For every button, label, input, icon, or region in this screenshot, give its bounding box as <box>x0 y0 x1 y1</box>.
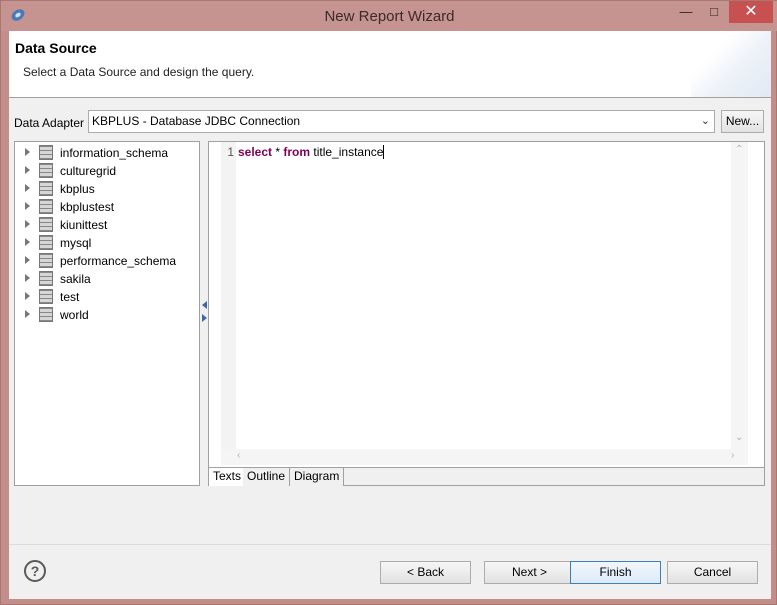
tree-item-world[interactable]: world <box>15 306 199 324</box>
scroll-up-icon[interactable]: ⌃ <box>735 144 743 155</box>
new-adapter-button[interactable]: New... <box>721 110 764 133</box>
scroll-left-icon[interactable]: ‹ <box>237 450 240 461</box>
title-bar: New Report Wizard — □ ✕ <box>1 1 777 31</box>
editor-tabs: Texts Outline Diagram <box>209 467 764 486</box>
expand-arrow-icon[interactable] <box>25 238 30 246</box>
tree-item-mysql[interactable]: mysql <box>15 234 199 252</box>
chevron-down-icon[interactable]: ⌄ <box>701 111 710 132</box>
tree-item-culturegrid[interactable]: culturegrid <box>15 162 199 180</box>
tree-item-information-schema[interactable]: information_schema <box>15 144 199 162</box>
expand-arrow-icon[interactable] <box>25 148 30 156</box>
tree-item-label: culturegrid <box>60 164 117 178</box>
sql-text: * <box>272 145 284 159</box>
window-title: New Report Wizard <box>324 8 455 25</box>
maximize-button[interactable]: □ <box>700 1 728 23</box>
query-editor[interactable]: 1 select * from title_instance ⌃ ⌄ <box>221 142 748 449</box>
scroll-right-icon[interactable]: › <box>731 450 734 461</box>
wizard-header: Data Source Select a Data Source and des… <box>9 31 771 98</box>
expand-arrow-icon[interactable] <box>25 274 30 282</box>
data-adapter-label: Data Adapter <box>14 116 85 130</box>
tree-item-label: information_schema <box>60 146 169 160</box>
tree-item-performance-schema[interactable]: performance_schema <box>15 252 199 270</box>
page-title: Data Source <box>15 40 97 56</box>
collapse-left-icon[interactable] <box>202 301 207 309</box>
wizard-body: Data Source Select a Data Source and des… <box>9 31 771 599</box>
expand-arrow-icon[interactable] <box>25 292 30 300</box>
vertical-scrollbar[interactable]: ⌃ ⌄ <box>731 142 748 449</box>
tree-item-kbplus[interactable]: kbplus <box>15 180 199 198</box>
schema-tree[interactable]: information_schema culturegrid kbplus kb… <box>14 141 200 486</box>
expand-arrow-icon[interactable] <box>25 256 30 264</box>
tree-item-kbplustest[interactable]: kbplustest <box>15 198 199 216</box>
database-icon <box>39 271 53 286</box>
help-icon[interactable]: ? <box>24 560 46 582</box>
back-button[interactable]: < Back <box>380 561 471 584</box>
next-button[interactable]: Next > <box>484 561 575 584</box>
tree-item-test[interactable]: test <box>15 288 199 306</box>
data-adapter-select[interactable]: KBPLUS - Database JDBC Connection ⌄ <box>88 110 715 133</box>
finish-button[interactable]: Finish <box>570 561 661 584</box>
tree-item-label: kbplus <box>60 182 95 196</box>
database-icon <box>39 181 53 196</box>
cancel-button[interactable]: Cancel <box>667 561 758 584</box>
close-button[interactable]: ✕ <box>729 1 773 23</box>
tab-texts[interactable]: Texts <box>209 468 247 486</box>
tree-item-label: world <box>60 308 89 322</box>
wizard-window: New Report Wizard — □ ✕ Data Source Sele… <box>0 0 777 605</box>
database-icon <box>39 307 53 322</box>
database-icon <box>39 199 53 214</box>
expand-right-icon[interactable] <box>202 314 207 322</box>
tab-diagram[interactable]: Diagram <box>290 468 345 486</box>
tree-item-label: performance_schema <box>60 254 177 268</box>
line-number-gutter: 1 <box>221 142 236 449</box>
expand-arrow-icon[interactable] <box>25 166 30 174</box>
sql-text: title_instance <box>310 145 384 159</box>
database-icon <box>39 289 53 304</box>
tree-item-kiunittest[interactable]: kiunittest <box>15 216 199 234</box>
tree-item-label: kbplustest <box>60 200 115 214</box>
database-icon <box>39 163 53 178</box>
expand-arrow-icon[interactable] <box>25 310 30 318</box>
expand-arrow-icon[interactable] <box>25 202 30 210</box>
tree-item-label: mysql <box>60 236 92 250</box>
database-icon <box>39 235 53 250</box>
tree-item-sakila[interactable]: sakila <box>15 270 199 288</box>
database-icon <box>39 253 53 268</box>
minimize-button[interactable]: — <box>672 1 700 23</box>
page-description: Select a Data Source and design the quer… <box>23 65 255 79</box>
expand-arrow-icon[interactable] <box>25 184 30 192</box>
database-icon <box>39 217 53 232</box>
header-banner-art <box>691 31 771 97</box>
tab-outline[interactable]: Outline <box>243 468 291 486</box>
query-editor-panel: 1 select * from title_instance ⌃ ⌄ ‹ › T… <box>208 141 765 486</box>
tree-item-label: sakila <box>60 272 91 286</box>
query-text[interactable]: select * from title_instance <box>238 145 385 159</box>
sql-keyword: from <box>283 145 311 159</box>
expand-arrow-icon[interactable] <box>25 220 30 228</box>
footer-divider <box>9 544 771 545</box>
horizontal-scrollbar[interactable]: ‹ › <box>221 449 748 465</box>
database-icon <box>39 145 53 160</box>
scroll-down-icon[interactable]: ⌄ <box>735 432 743 443</box>
sql-keyword: select <box>238 145 273 159</box>
tree-item-label: kiunittest <box>60 218 108 232</box>
data-adapter-value: KBPLUS - Database JDBC Connection <box>92 114 301 128</box>
tree-item-label: test <box>60 290 80 304</box>
